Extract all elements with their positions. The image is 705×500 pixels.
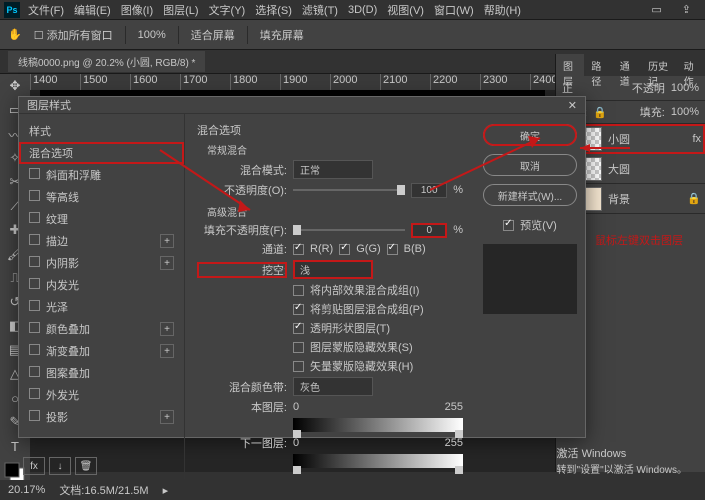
style-gradient-overlay[interactable]: 渐变叠加+ xyxy=(19,340,184,362)
transparency-shapes-check[interactable] xyxy=(293,323,304,334)
style-stroke[interactable]: 描边+ xyxy=(19,230,184,252)
opacity-slider[interactable] xyxy=(293,185,405,195)
hand-icon[interactable]: ✋ xyxy=(8,28,22,41)
menu-window[interactable]: 窗口(W) xyxy=(434,2,474,18)
lock-icon: 🔒 xyxy=(687,192,701,205)
layer-name: 背景 xyxy=(608,191,630,207)
opacity-input[interactable]: 100 xyxy=(411,183,447,198)
this-layer-slider[interactable] xyxy=(293,418,463,432)
tab-history[interactable]: 历史记 xyxy=(641,54,677,76)
ok-button[interactable]: 确定 xyxy=(483,124,577,146)
blend-mode-select[interactable]: 正常 xyxy=(293,160,373,179)
move-tool-icon[interactable]: ✥ xyxy=(0,74,30,98)
style-drop-shadow[interactable]: 投影+ xyxy=(19,406,184,428)
blend-clipped-check[interactable] xyxy=(293,304,304,315)
style-texture[interactable]: 纹理 xyxy=(19,208,184,230)
lock-icon[interactable]: 🔒 xyxy=(593,106,607,119)
tab-channels[interactable]: 通道 xyxy=(613,54,641,76)
cancel-button[interactable]: 取消 xyxy=(483,154,577,176)
ruler-h: 1400150016001700180019002000210022002300… xyxy=(30,74,555,90)
ps-logo: Ps xyxy=(4,2,20,18)
scroll-all-check[interactable]: ☐ 添加所有窗口 xyxy=(34,27,113,43)
styles-header: 样式 xyxy=(19,120,184,142)
preview-check[interactable] xyxy=(503,220,514,231)
preview-swatch xyxy=(483,244,577,314)
fill-opacity-slider[interactable] xyxy=(293,225,405,235)
styles-list: 样式 混合选项 斜面和浮雕 等高线 纹理 描边+ 内阴影+ 内发光 光泽 颜色叠… xyxy=(19,114,185,479)
trash-icon[interactable]: 🗑 xyxy=(75,457,97,475)
blend-interior-check[interactable] xyxy=(293,285,304,296)
menu-help[interactable]: 帮助(H) xyxy=(484,2,521,18)
vector-mask-hides-check[interactable] xyxy=(293,361,304,372)
close-icon[interactable]: ✕ xyxy=(568,99,577,112)
menu-layer[interactable]: 图层(L) xyxy=(163,2,198,18)
tab-paths[interactable]: 路径 xyxy=(584,54,612,76)
menu-bar: Ps 文件(F) 编辑(E) 图像(I) 图层(L) 文字(Y) 选择(S) 滤… xyxy=(0,0,705,20)
menu-type[interactable]: 文字(Y) xyxy=(209,2,246,18)
style-inner-shadow[interactable]: 内阴影+ xyxy=(19,252,184,274)
down-icon[interactable]: ↓ xyxy=(49,457,71,475)
menu-filter[interactable]: 滤镜(T) xyxy=(302,2,338,18)
fill-screen[interactable]: 填充屏幕 xyxy=(260,27,304,43)
fit-screen[interactable]: 适合屏幕 xyxy=(191,27,235,43)
layer-name: 小圆 xyxy=(608,131,630,147)
channel-g-check[interactable] xyxy=(339,244,350,255)
tab-layers[interactable]: 图层 xyxy=(556,54,584,76)
channel-b-check[interactable] xyxy=(387,244,398,255)
menu-select[interactable]: 选择(S) xyxy=(255,2,292,18)
menu-edit[interactable]: 编辑(E) xyxy=(74,2,111,18)
status-doc: 文档:16.5M/21.5M xyxy=(59,482,148,498)
opacity-value[interactable]: 100% xyxy=(671,82,699,94)
status-zoom: 20.17% xyxy=(8,484,45,496)
search-icon[interactable]: ▭ xyxy=(651,3,661,16)
blend-options-pane: 混合选项 常规混合 混合模式:正常 不透明度(O):100% 高级混合 填充不透… xyxy=(185,114,475,479)
dialog-title: 图层样式 xyxy=(27,97,71,113)
style-inner-glow[interactable]: 内发光 xyxy=(19,274,184,296)
style-contour[interactable]: 等高线 xyxy=(19,186,184,208)
style-bevel[interactable]: 斜面和浮雕 xyxy=(19,164,184,186)
style-satin[interactable]: 光泽 xyxy=(19,296,184,318)
sub-header: 常规混合 xyxy=(207,142,463,157)
tab-actions[interactable]: 动作 xyxy=(677,54,705,76)
share-icon[interactable]: ⇪ xyxy=(682,3,691,16)
style-color-overlay[interactable]: 颜色叠加+ xyxy=(19,318,184,340)
menu-file[interactable]: 文件(F) xyxy=(28,2,64,18)
menu-view[interactable]: 视图(V) xyxy=(387,2,424,18)
annotation-text: 鼠标左键双击图层 xyxy=(595,232,683,248)
doc-tab[interactable]: 线稿0000.png @ 20.2% (小圆, RGB/8) * xyxy=(8,51,205,72)
style-blending-options[interactable]: 混合选项 xyxy=(19,142,184,164)
layer-mask-hides-check[interactable] xyxy=(293,342,304,353)
layer-name: 大圆 xyxy=(608,161,630,177)
underlying-slider[interactable] xyxy=(293,454,463,468)
fx-menu-icon[interactable]: fx xyxy=(23,457,45,475)
new-style-button[interactable]: 新建样式(W)... xyxy=(483,184,577,206)
adv-header: 高级混合 xyxy=(207,204,463,219)
channel-r-check[interactable] xyxy=(293,244,304,255)
blend-mode-select[interactable]: 正 xyxy=(562,80,573,96)
fx-icon[interactable]: fx xyxy=(692,133,701,145)
fill-value[interactable]: 100% xyxy=(671,106,699,118)
options-bar: ✋ ☐ 添加所有窗口 100% 适合屏幕 填充屏幕 xyxy=(0,20,705,50)
menu-3d[interactable]: 3D(D) xyxy=(348,4,377,16)
style-pattern-overlay[interactable]: 图案叠加 xyxy=(19,362,184,384)
layer-style-dialog: 图层样式 ✕ 样式 混合选项 斜面和浮雕 等高线 纹理 描边+ 内阴影+ 内发光… xyxy=(18,96,586,438)
blend-if-select[interactable]: 灰色 xyxy=(293,377,373,396)
windows-watermark: 激活 Windows 转到"设置"以激活 Windows。 xyxy=(557,445,687,476)
status-bar: 20.17% 文档:16.5M/21.5M ▸ xyxy=(0,480,176,500)
menu-image[interactable]: 图像(I) xyxy=(121,2,153,18)
zoom-100[interactable]: 100% xyxy=(138,29,166,41)
dialog-buttons: 确定 取消 新建样式(W)... 预览(V) xyxy=(475,114,585,479)
fill-opacity-input[interactable]: 0 xyxy=(411,223,447,238)
pane-header: 混合选项 xyxy=(197,122,463,138)
knockout-select[interactable]: 浅 xyxy=(293,260,373,279)
style-outer-glow[interactable]: 外发光 xyxy=(19,384,184,406)
